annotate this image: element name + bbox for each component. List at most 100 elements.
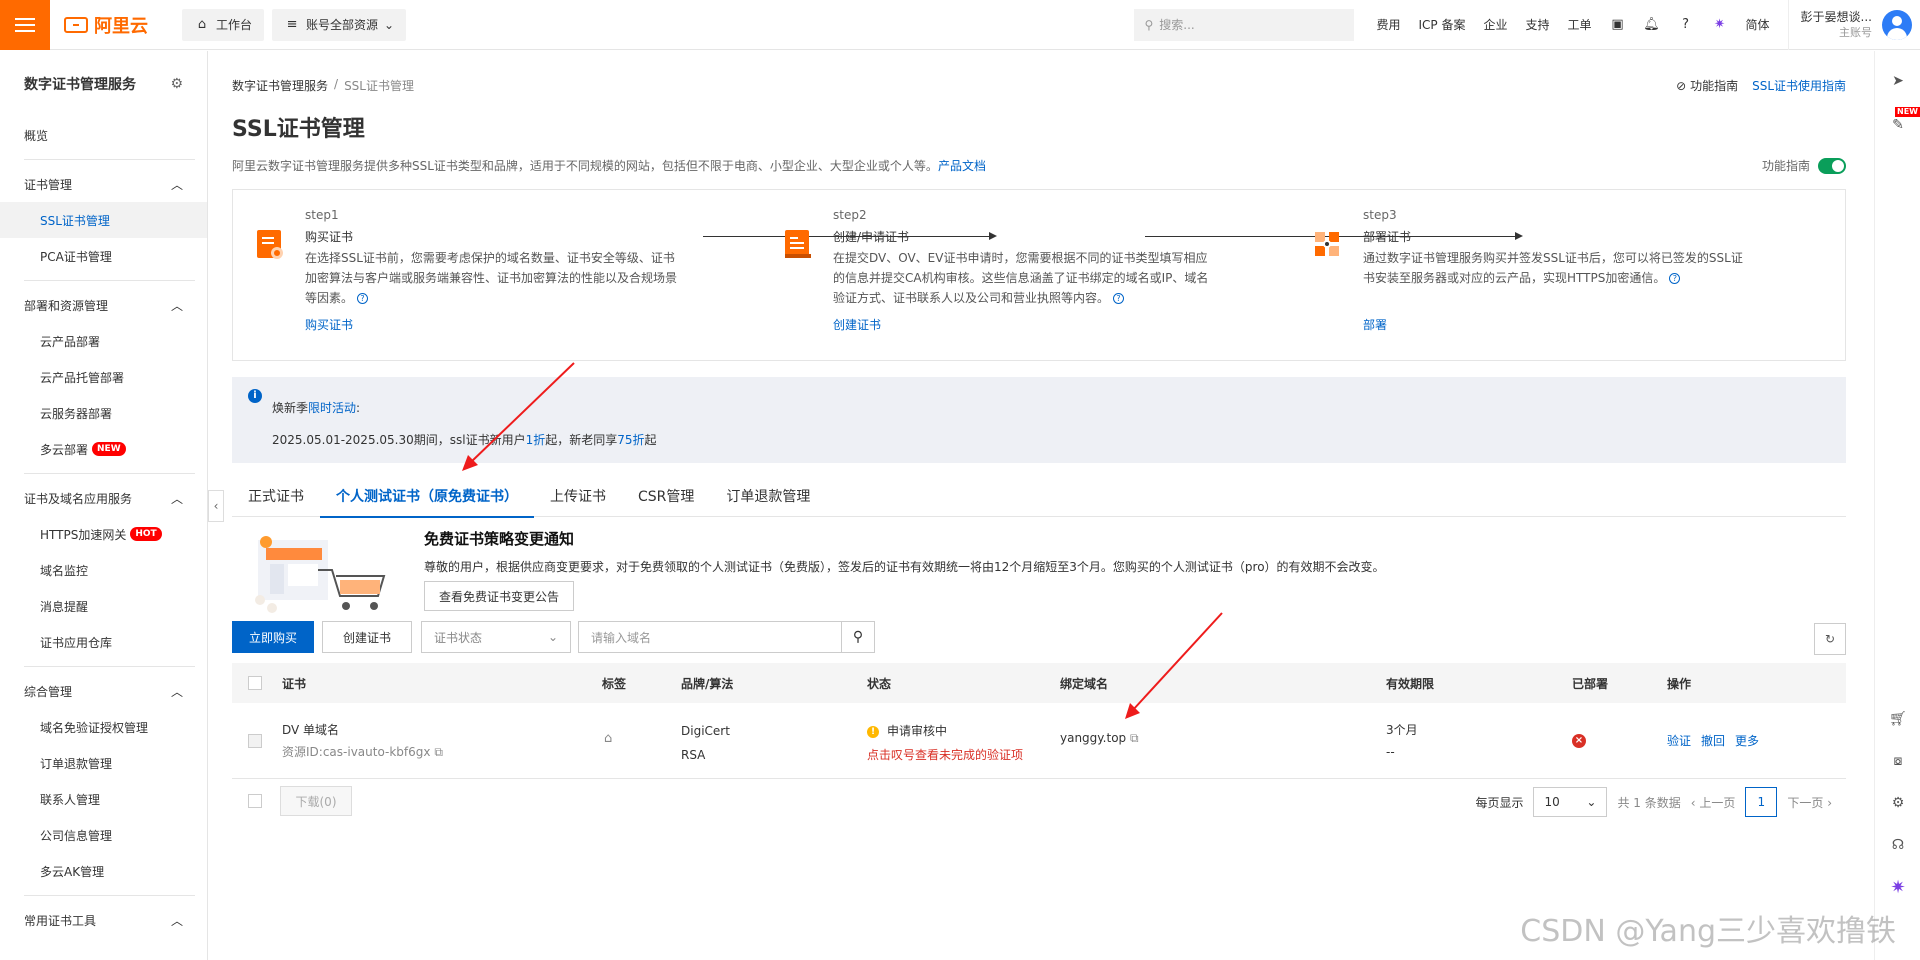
top-link-billing[interactable]: 费用 xyxy=(1376,16,1400,33)
promo-text: 2025.05.01-2025.05.30期间，ssl证书新用户1折起，新老同享… xyxy=(272,433,657,447)
settings-icon[interactable]: ⚙ xyxy=(1888,793,1908,813)
discount-1-link[interactable]: 1折 xyxy=(526,433,546,447)
sidebar-collapse-button[interactable]: ‹ xyxy=(208,490,224,522)
toggle-switch[interactable] xyxy=(1818,157,1846,174)
headset-icon[interactable]: ☊ xyxy=(1888,835,1908,855)
page-number-button[interactable]: 1 xyxy=(1745,787,1778,817)
ai-assistant-icon[interactable]: ✷ xyxy=(1888,877,1908,898)
breadcrumb-item[interactable]: 数字证书管理服务 xyxy=(232,77,328,94)
buy-cert-link[interactable]: 购买证书 xyxy=(305,316,353,333)
table-row: DV 单域名 资源ID:cas-ivauto-kbf6gx ⧉ ⌂ DigiCe… xyxy=(232,703,1846,779)
tab-upload-cert[interactable]: 上传证书 xyxy=(534,475,622,517)
tab-official-cert[interactable]: 正式证书 xyxy=(232,475,320,517)
sidebar-item-pca-cert[interactable]: PCA证书管理 xyxy=(0,238,207,274)
domain-search-input[interactable]: 请输入域名 xyxy=(578,621,842,653)
sidebar-item-domain-monitor[interactable]: 域名监控 xyxy=(0,552,207,588)
footer-select-checkbox[interactable] xyxy=(248,794,262,808)
notice-text: 尊敬的用户，根据供应商变更要求，对于免费领取的个人测试证书（免费版），签发后的证… xyxy=(424,560,1385,574)
refresh-button[interactable]: ↻ xyxy=(1814,623,1846,655)
sidebar-item-company[interactable]: 公司信息管理 xyxy=(0,817,207,853)
user-role: 主账号 xyxy=(1839,25,1872,39)
sidebar-group-deploy[interactable]: 部署和资源管理 ︿ xyxy=(0,287,207,323)
page-size-select[interactable]: 10 ⌄ xyxy=(1533,787,1608,817)
sidebar-item-hosted-deploy[interactable]: 云产品托管部署 xyxy=(0,359,207,395)
top-link-ticket[interactable]: 工单 xyxy=(1568,16,1592,33)
sidebar-item-cert-repo[interactable]: 证书应用仓库 xyxy=(0,624,207,660)
search-button[interactable]: ⚲ xyxy=(841,621,875,653)
tag-icon[interactable]: ⌂ xyxy=(604,731,612,746)
cursor-icon[interactable]: ➤ xyxy=(1888,71,1908,91)
sidebar-item-server-deploy[interactable]: 云服务器部署 xyxy=(0,395,207,431)
verify-action[interactable]: 验证 xyxy=(1667,732,1691,749)
sidebar-item-notifications[interactable]: 消息提醒 xyxy=(0,588,207,624)
notice-title: 免费证书策略变更通知 xyxy=(424,530,575,548)
top-link-icp[interactable]: ICP 备案 xyxy=(1419,16,1466,33)
ssl-guide-link[interactable]: SSL证书使用指南 xyxy=(1752,77,1846,94)
help-circle-icon[interactable]: ? xyxy=(357,293,369,304)
not-deployed-icon: × xyxy=(1572,734,1586,748)
tab-test-cert[interactable]: 个人测试证书（原免费证书） xyxy=(320,475,534,518)
download-button[interactable]: 下载(0) xyxy=(280,786,352,816)
edit-icon[interactable]: ✎ xyxy=(1888,115,1908,135)
sidebar-item-refund[interactable]: 订单退款管理 xyxy=(0,745,207,781)
cert-tabs: 正式证书 个人测试证书（原免费证书） 上传证书 CSR管理 订单退款管理 xyxy=(232,475,1846,518)
sidebar-item-ssl-cert[interactable]: SSL证书管理 xyxy=(0,202,207,238)
cert-status-select[interactable]: 证书状态 ⌄ xyxy=(421,621,571,653)
discount-75-link[interactable]: 75折 xyxy=(617,433,644,447)
view-notice-button[interactable]: 查看免费证书变更公告 xyxy=(424,581,575,611)
deploy-link[interactable]: 部署 xyxy=(1363,316,1387,333)
settings-gear-icon[interactable]: ⚙ xyxy=(170,76,183,92)
bell-icon[interactable]: 🔔︎ xyxy=(1643,17,1660,33)
global-search-input[interactable]: ⚲ 搜索... xyxy=(1134,8,1355,41)
sidebar-item-overview[interactable]: 概览 xyxy=(0,117,207,153)
step3-label: step3 xyxy=(1363,208,1397,222)
user-name: 彭于晏想谈... xyxy=(1800,9,1872,24)
sidebar-item-multicloud-ak[interactable]: 多云AK管理 xyxy=(0,853,207,889)
function-guide-link[interactable]: ⊘ 功能指南 xyxy=(1676,77,1738,94)
tab-refund[interactable]: 订单退款管理 xyxy=(710,475,826,517)
prev-page-button[interactable]: ‹ 上一页 xyxy=(1691,794,1736,811)
sidebar-group-app-services[interactable]: 证书及域名应用服务 ︿ xyxy=(0,480,207,516)
resource-group-selector[interactable]: ≡ 账号全部资源 ⌄ xyxy=(272,8,407,41)
top-link-support[interactable]: 支持 xyxy=(1526,16,1550,33)
top-link-enterprise[interactable]: 企业 xyxy=(1483,16,1507,33)
product-doc-link[interactable]: 产品文档 xyxy=(938,159,986,173)
sidebar-group-tools[interactable]: 常用证书工具 ︿ xyxy=(0,902,207,938)
hamburger-menu-button[interactable] xyxy=(0,0,50,50)
avatar[interactable] xyxy=(1882,9,1912,40)
top-navigation-bar: 阿里云 ⌂ 工作台 ≡ 账号全部资源 ⌄ ⚲ 搜索... 费用 ICP 备案 企业 支持… xyxy=(0,0,1920,50)
sidebar-item-domain-auth[interactable]: 域名免验证授权管理 xyxy=(0,709,207,745)
sidebar-item-multicloud-deploy[interactable]: 多云部署 NEW xyxy=(0,431,207,467)
buy-now-button[interactable]: 立即购买 xyxy=(232,621,314,653)
withdraw-action[interactable]: 撤回 xyxy=(1701,732,1725,749)
sidebar-group-general[interactable]: 综合管理 ︿ xyxy=(0,673,207,709)
help-icon[interactable]: ? xyxy=(1678,17,1694,33)
terminal-icon[interactable]: ▣ xyxy=(1610,17,1626,33)
deploy-cert-icon xyxy=(1315,232,1339,256)
more-action[interactable]: 更多 xyxy=(1735,732,1759,749)
tab-csr[interactable]: CSR管理 xyxy=(622,475,710,517)
package-icon[interactable]: ⧇ xyxy=(1888,751,1908,771)
aliyun-logo[interactable]: 阿里云 xyxy=(64,12,174,38)
warning-icon[interactable]: ! xyxy=(867,725,879,738)
stack-icon: ≡ xyxy=(286,17,298,32)
help-circle-icon[interactable]: ? xyxy=(1669,273,1681,284)
sidebar-item-contacts[interactable]: 联系人管理 xyxy=(0,781,207,817)
row-checkbox[interactable] xyxy=(248,733,262,748)
cart-icon[interactable]: 🛒︎ xyxy=(1888,709,1908,729)
create-cert-button[interactable]: 创建证书 xyxy=(322,621,412,653)
sidebar-item-https-gateway[interactable]: HTTPS加速网关 HOT xyxy=(0,516,207,552)
language-switch[interactable]: 简体 xyxy=(1746,16,1770,33)
workbench-button[interactable]: ⌂ 工作台 xyxy=(182,8,265,41)
copy-icon[interactable]: ⧉ xyxy=(434,745,443,759)
ai-assistant-icon[interactable]: ✷ xyxy=(1712,17,1728,33)
copy-icon[interactable]: ⧉ xyxy=(1130,731,1139,745)
create-cert-link[interactable]: 创建证书 xyxy=(833,316,881,333)
next-page-button[interactable]: 下一页 › xyxy=(1787,794,1832,811)
select-all-checkbox[interactable] xyxy=(248,676,262,690)
user-menu[interactable]: 彭于晏想谈... 主账号 xyxy=(1787,0,1920,50)
sidebar-group-cert-management[interactable]: 证书管理 ︿ xyxy=(0,166,207,202)
sidebar-item-cloud-deploy[interactable]: 云产品部署 xyxy=(0,323,207,359)
limited-offer-link[interactable]: 限时活动 xyxy=(308,401,356,415)
help-circle-icon[interactable]: ? xyxy=(1113,293,1125,304)
